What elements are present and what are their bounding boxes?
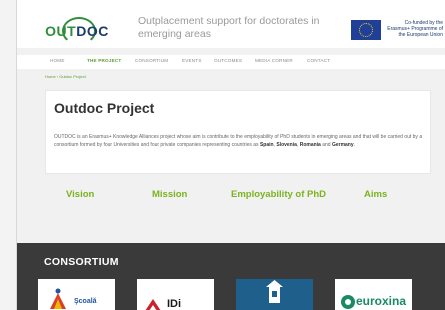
partner-name-2: IDi — [167, 298, 182, 310]
country-slovenia: Slovenia — [276, 141, 297, 148]
project-card: Outdoc Project OUTDOC is an Erasmus+ Kno… — [45, 90, 431, 174]
partner-name-1: Şcoală — [74, 298, 97, 305]
logo-prefix: OUT — [45, 23, 77, 39]
eu-cofunded-badge: Co-funded by the Erasmus+ Programme of t… — [351, 20, 443, 42]
nav-contact[interactable]: CONTACT — [307, 58, 330, 63]
breadcrumb[interactable]: Home › Outdoc Project — [45, 74, 86, 79]
eu-flag-icon — [351, 20, 381, 40]
partner-logo-3[interactable] — [236, 279, 313, 310]
consortium-section: CONSORTIUM Şcoală IDi euroxina — [17, 243, 445, 310]
nav-events[interactable]: EVENTS — [182, 58, 202, 63]
consortium-title: CONSORTIUM — [44, 256, 119, 268]
browser-page: OUTDOC Outplacement support for doctorat… — [17, 0, 445, 310]
site-tagline: Outplacement support for doctorates in e… — [138, 15, 320, 40]
logo-suffix: DOC — [76, 23, 109, 39]
nav-media-corner[interactable]: MEDIA CORNER — [255, 58, 293, 63]
partner-name-4: euroxina — [356, 294, 407, 308]
nav-the-project[interactable]: THE PROJECT — [87, 58, 121, 63]
nav-outcomes[interactable]: OUTCOMES — [214, 58, 242, 63]
country-spain: Spain — [259, 141, 274, 148]
site-header: OUTDOC Outplacement support for doctorat… — [17, 0, 445, 48]
country-germany: Germany — [331, 141, 354, 148]
crest-icon — [50, 288, 66, 309]
pillar-aims[interactable]: Aims — [364, 189, 387, 200]
partner-logo-4[interactable]: euroxina — [335, 279, 412, 310]
pillar-mission[interactable]: Mission — [152, 189, 187, 200]
country-romania: Romania — [299, 141, 321, 148]
main-nav: HOME THE PROJECT CONSORTIUM EVENTS OUTCO… — [17, 55, 445, 69]
pillar-vision[interactable]: Vision — [66, 189, 94, 200]
eu-notice: Co-funded by the Erasmus+ Programme of t… — [387, 20, 443, 38]
partner-logo-2[interactable]: IDi — [137, 279, 214, 310]
nav-consortium[interactable]: CONSORTIUM — [135, 58, 168, 63]
nav-home[interactable]: HOME — [50, 58, 65, 63]
pillar-employability[interactable]: Employability of PhD — [231, 189, 326, 200]
university-building-icon — [266, 280, 283, 303]
project-description: OUTDOC is an Erasmus+ Knowledge Alliance… — [54, 134, 423, 148]
euroxina-circle-icon — [341, 295, 355, 309]
outdoc-logo[interactable]: OUTDOC — [44, 17, 108, 45]
logo-wordmark: OUTDOC — [44, 23, 110, 39]
page-title: Outdoc Project — [54, 100, 155, 116]
partner-logo-1[interactable]: Şcoală — [38, 279, 115, 310]
